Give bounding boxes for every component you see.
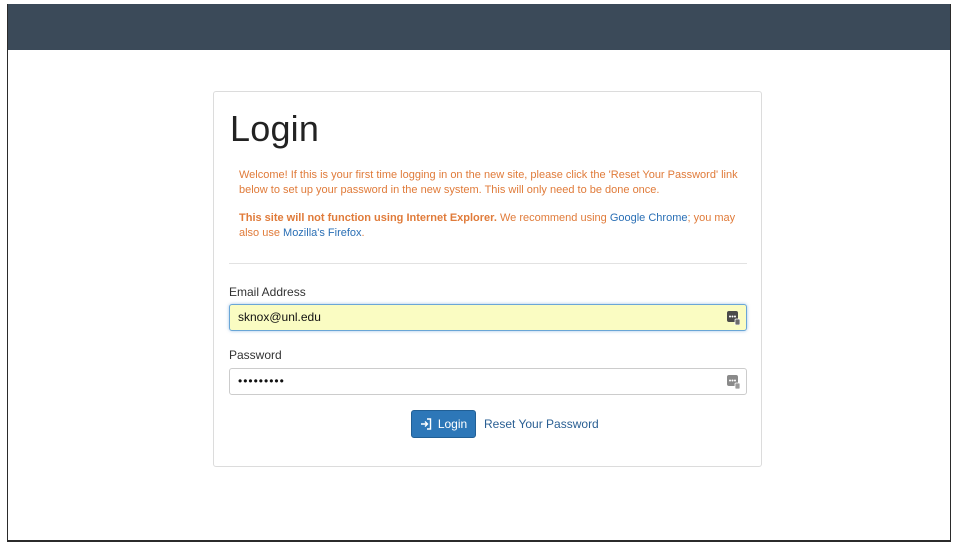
ie-warning-bold: This site will not function using Intern… (239, 212, 497, 224)
ie-warning-text: We recommend using (496, 212, 610, 224)
login-button-label: Login (437, 417, 468, 431)
browser-viewport: Login Welcome! If this is your first tim… (7, 4, 951, 542)
password-manager-icon[interactable] (727, 310, 740, 325)
sign-in-icon (420, 418, 432, 430)
login-button[interactable]: Login (411, 410, 476, 438)
google-chrome-link[interactable]: Google Chrome (610, 212, 688, 224)
top-navbar (8, 4, 950, 50)
login-card: Login Welcome! If this is your first tim… (213, 91, 762, 467)
welcome-message: Welcome! If this is your first time logg… (239, 169, 738, 196)
browser-warning: This site will not function using Intern… (239, 211, 739, 241)
email-value: sknox@unl.edu (238, 310, 321, 324)
reset-password-link[interactable]: Reset Your Password (484, 417, 599, 431)
email-label: Email Address (229, 285, 306, 299)
warning-end-text: . (361, 227, 365, 239)
mozilla-firefox-link[interactable]: Mozilla's Firefox (283, 227, 362, 239)
password-label: Password (229, 348, 282, 362)
page-title: Login (230, 108, 320, 149)
email-field[interactable]: sknox@unl.edu (229, 304, 747, 331)
password-field[interactable]: ••••••••• (229, 368, 747, 395)
password-manager-icon[interactable] (727, 374, 740, 389)
password-value: ••••••••• (238, 374, 285, 388)
divider (229, 263, 747, 264)
